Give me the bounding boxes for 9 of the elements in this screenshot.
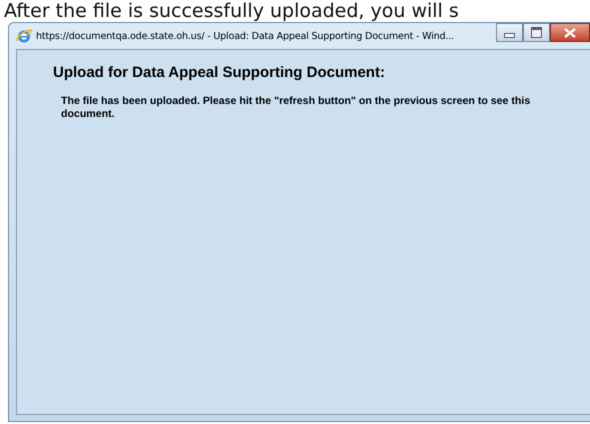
document-text: After the file is successfully uploaded, you will s [3, 0, 460, 22]
close-button[interactable] [550, 23, 590, 42]
window-title: https://documentqa.ode.state.oh.us/ - Upload: Data Appeal Supporting Document - Wind... [36, 30, 454, 42]
maximize-button[interactable] [523, 23, 550, 42]
browser-logo-icon [16, 28, 32, 44]
close-icon [564, 28, 576, 38]
upload-message: The file has been uploaded. Please hit the "refresh button" on the previous screen to see this document. [60, 95, 532, 121]
page-heading: Upload for Data Appeal Supporting Document: [53, 64, 386, 81]
minimize-button[interactable] [496, 23, 523, 42]
